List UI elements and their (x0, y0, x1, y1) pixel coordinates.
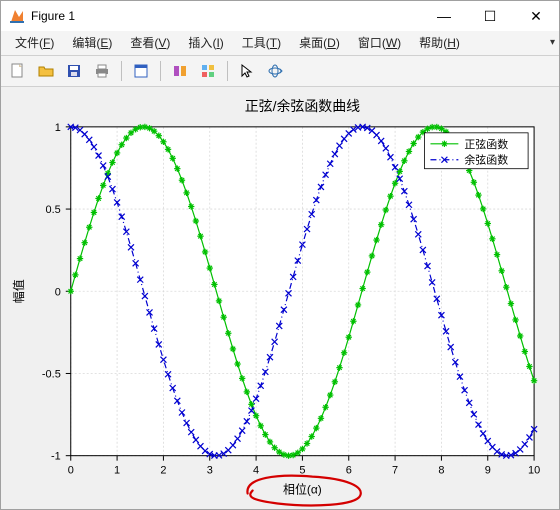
x-tick-label: 3 (207, 464, 213, 476)
titlebar: Figure 1 — ☐ ✕ (1, 1, 559, 31)
maximize-button[interactable]: ☐ (467, 1, 513, 31)
minimize-button[interactable]: — (421, 1, 467, 31)
pointer-icon[interactable] (234, 58, 260, 84)
x-tick-label: 0 (68, 464, 74, 476)
x-tick-label: 9 (485, 464, 491, 476)
toolbar (1, 56, 559, 87)
toolbar-separator (121, 61, 122, 81)
new-figure-icon[interactable] (5, 58, 31, 84)
x-tick-label: 1 (114, 464, 120, 476)
close-button[interactable]: ✕ (513, 1, 559, 31)
y-tick-label: 0 (55, 286, 61, 298)
axes-panel: 012345678910-1-0.500.51正弦/余弦函数曲线相位(α)幅值正… (1, 87, 559, 509)
window-controls: — ☐ ✕ (421, 1, 559, 31)
y-axis-label: 幅值 (11, 279, 26, 303)
menu-help[interactable]: 帮助(H) (411, 32, 468, 53)
y-tick-label: 1 (55, 121, 61, 133)
legend-entry: 正弦函数 (464, 136, 508, 150)
data-tip-icon[interactable] (195, 58, 221, 84)
menu-insert[interactable]: 插入(I) (180, 32, 231, 53)
toolbar-separator (160, 61, 161, 81)
edit-plot-icon[interactable] (128, 58, 154, 84)
open-icon[interactable] (33, 58, 59, 84)
figure-window: Figure 1 — ☐ ✕ 文件(F) 编辑(E) 查看(V) 插入(I) 工… (0, 0, 560, 510)
plot-canvas[interactable]: 012345678910-1-0.500.51正弦/余弦函数曲线相位(α)幅值正… (1, 87, 559, 509)
x-tick-label: 8 (438, 464, 444, 476)
menubar: 文件(F) 编辑(E) 查看(V) 插入(I) 工具(T) 桌面(D) 窗口(W… (1, 31, 559, 56)
print-icon[interactable] (89, 58, 115, 84)
x-tick-label: 10 (528, 464, 540, 476)
x-tick-label: 4 (253, 464, 259, 476)
menu-window[interactable]: 窗口(W) (350, 32, 409, 53)
app-logo-icon (9, 8, 25, 24)
link-brush-icon[interactable] (167, 58, 193, 84)
menu-view[interactable]: 查看(V) (122, 32, 178, 53)
chart-title: 正弦/余弦函数曲线 (245, 97, 360, 113)
legend-entry: 余弦函数 (464, 152, 508, 166)
x-axis-label: 相位(α) (283, 481, 322, 496)
window-title: Figure 1 (31, 9, 75, 23)
menu-file[interactable]: 文件(F) (7, 32, 62, 53)
save-icon[interactable] (61, 58, 87, 84)
x-tick-label: 7 (392, 464, 398, 476)
menu-desktop[interactable]: 桌面(D) (291, 32, 348, 53)
y-tick-label: 0.5 (46, 204, 61, 216)
y-tick-label: -0.5 (42, 368, 61, 380)
x-tick-label: 2 (160, 464, 166, 476)
menu-tools[interactable]: 工具(T) (234, 32, 289, 53)
rotate-3d-icon[interactable] (262, 58, 288, 84)
x-tick-label: 6 (346, 464, 352, 476)
y-tick-label: -1 (51, 450, 61, 462)
menu-edit[interactable]: 编辑(E) (64, 32, 120, 53)
toolbar-separator (227, 61, 228, 81)
menu-overflow-icon[interactable]: ▾ (550, 37, 555, 48)
